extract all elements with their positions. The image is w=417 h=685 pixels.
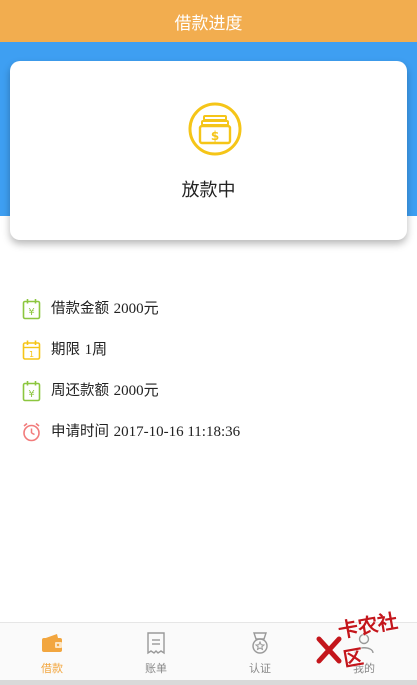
weekly-repay-label: 周还款额	[51, 383, 109, 399]
tab-loan-label: 借款	[41, 662, 63, 675]
calendar-icon: 1	[22, 340, 41, 360]
info-row-amount: ¥ 借款金额 2000元	[22, 298, 402, 339]
watermark-x-icon	[316, 636, 342, 664]
term-label: 期限	[51, 342, 80, 358]
money-box-icon: $	[188, 102, 242, 156]
svg-text:¥: ¥	[28, 389, 34, 400]
yuan-calendar-icon: ¥	[22, 381, 41, 402]
badge-icon	[252, 632, 268, 654]
info-row-term: 1 期限 1周	[22, 339, 402, 380]
bill-icon	[147, 632, 165, 655]
loan-status: 放款中	[181, 180, 236, 201]
info-row-weekly-repay: ¥ 周还款额 2000元	[22, 380, 402, 421]
tab-bill[interactable]: 账单	[126, 631, 186, 676]
loan-info-list: ¥ 借款金额 2000元 1 期限 1周 ¥ 周还款额 2000元 申请时间 2…	[22, 298, 402, 462]
apply-time-label: 申请时间	[51, 424, 109, 440]
term-value: 1周	[84, 342, 108, 358]
amount-value: 2000元	[113, 301, 159, 317]
bottom-edge	[0, 680, 417, 685]
info-row-apply-time: 申请时间 2017-10-16 11:18:36	[22, 421, 402, 462]
weekly-repay-value: 2000元	[113, 383, 159, 399]
watermark-logo: 卡农社区	[312, 600, 417, 672]
page-title: 借款进度	[174, 13, 243, 34]
header-bar: 借款进度	[0, 0, 417, 42]
alarm-clock-icon	[23, 422, 40, 442]
wallet-icon	[42, 634, 62, 652]
apply-time-value: 2017-10-16 11:18:36	[113, 424, 241, 440]
amount-label: 借款金额	[51, 301, 109, 317]
tab-verify-label: 认证	[249, 662, 271, 675]
tab-verify[interactable]: 认证	[230, 631, 290, 676]
watermark-text: 卡农社区	[336, 608, 400, 672]
svg-text:1: 1	[29, 350, 34, 359]
tab-loan[interactable]: 借款	[22, 631, 82, 676]
status-card: $ 放款中	[10, 61, 407, 240]
yuan-calendar-icon: ¥	[22, 299, 41, 320]
svg-text:¥: ¥	[28, 307, 34, 318]
svg-text:$: $	[211, 129, 219, 143]
tab-bill-label: 账单	[145, 662, 167, 675]
